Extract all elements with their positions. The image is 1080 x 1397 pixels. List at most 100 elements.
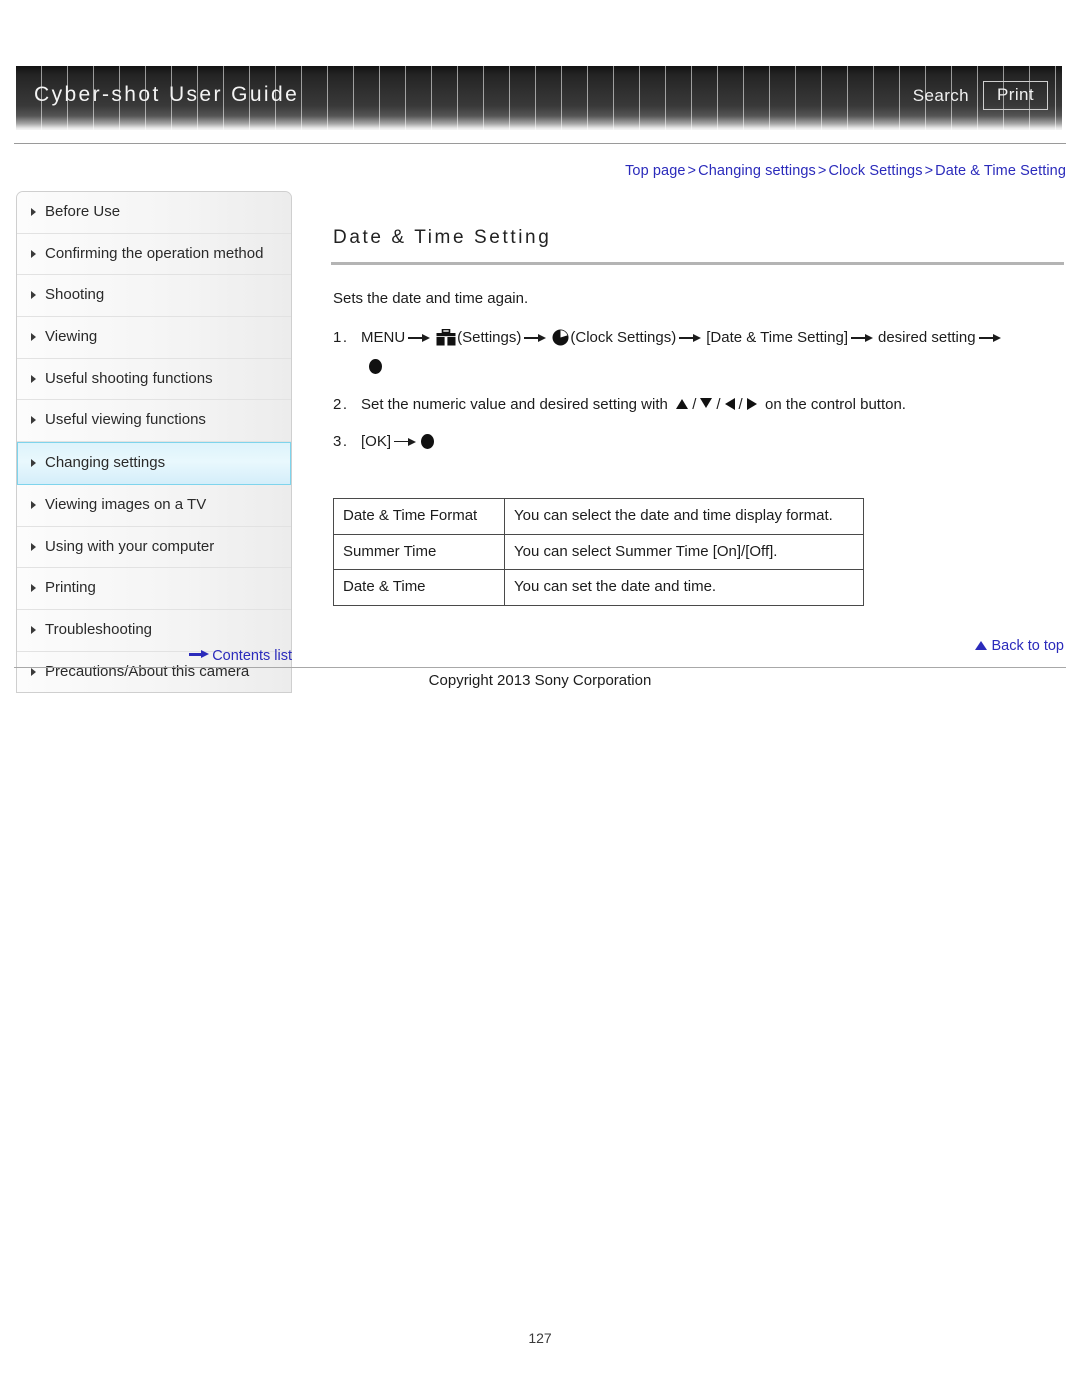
arrow-right-icon <box>679 333 703 343</box>
copyright-text: Copyright 2013 Sony Corporation <box>428 672 652 689</box>
chevron-right-icon <box>31 249 36 258</box>
step-number: 1. <box>333 329 349 346</box>
arrow-right-icon <box>850 333 875 343</box>
arrow-left-icon <box>724 397 735 410</box>
contents-list-label: Contents list <box>212 648 292 664</box>
sidebar-item-viewing[interactable]: Viewing <box>17 317 291 359</box>
sidebar-item-before-use[interactable]: Before Use <box>17 192 291 234</box>
chevron-right-icon <box>31 542 36 551</box>
page-number: 127 <box>528 1330 552 1346</box>
step-3: 3. [OK] <box>333 430 1066 453</box>
sidebar-item-useful-shooting-functions[interactable]: Useful shooting functions <box>17 358 291 401</box>
sidebar-item-label: Useful viewing functions <box>45 411 206 429</box>
step-2-text-before: Set the numeric value and desired settin… <box>361 395 668 413</box>
sidebar-item-label: Troubleshooting <box>45 620 153 638</box>
sidebar-item-label: Viewing <box>45 328 98 346</box>
triangle-up-icon <box>975 640 988 650</box>
separator: / <box>692 395 697 413</box>
sidebar-item-label: Using with your computer <box>45 537 215 555</box>
chevron-right-icon <box>31 500 36 509</box>
main-content: Date & Time Setting Sets the date and ti… <box>331 191 1066 654</box>
site-header: Cyber-shot User Guide Search Print <box>0 0 1080 145</box>
header-actions: Search Print <box>913 81 1048 110</box>
table-cell-value: You can set the date and time. <box>504 569 864 606</box>
chevron-right-icon <box>31 333 36 342</box>
arrow-down-icon <box>700 397 713 408</box>
step-number: 3. <box>333 432 349 450</box>
sidebar-item-shooting[interactable]: Shooting <box>17 275 291 318</box>
step-2-body: Set the numeric value and desired settin… <box>361 393 1066 416</box>
table-cell-value: You can select the date and time display… <box>504 498 864 535</box>
arrow-right-icon <box>524 333 548 343</box>
sidebar-item-label: Shooting <box>45 286 105 304</box>
breadcrumb-item-clock-settings[interactable]: Clock Settings <box>828 163 922 179</box>
sidebar-item-label: Before Use <box>45 203 121 220</box>
breadcrumb-item-changing-settings[interactable]: Changing settings <box>698 163 816 179</box>
sidebar-nav: Before Use Confirming the operation meth… <box>16 191 292 694</box>
page-title: Date & Time Setting <box>333 227 552 248</box>
arrow-right-icon <box>189 650 210 659</box>
settings-label: (Settings) <box>457 329 522 346</box>
arrow-right-icon <box>978 333 1003 343</box>
breadcrumb-item-top-page[interactable]: Top page <box>625 163 685 179</box>
step-number: 2. <box>333 395 349 413</box>
step-3-body: [OK] <box>361 430 1066 453</box>
table-row: Date & Time Format You can select the da… <box>333 498 864 535</box>
sidebar-item-useful-viewing-functions[interactable]: Useful viewing functions <box>17 400 291 443</box>
chevron-right-icon <box>31 459 36 468</box>
sidebar-item-label: Viewing images on a TV <box>45 495 207 513</box>
chevron-right-icon <box>31 584 36 593</box>
separator: / <box>716 395 721 413</box>
breadcrumb-item-date-time-setting[interactable]: Date & Time Setting <box>935 163 1066 179</box>
site-title: Cyber-shot User Guide <box>34 83 300 106</box>
arrow-right-icon <box>408 333 432 343</box>
sidebar-item-label: Confirming the operation method <box>45 244 264 262</box>
separator: / <box>738 395 743 413</box>
sidebar-item-changing-settings[interactable]: Changing settings <box>17 442 291 485</box>
arrow-right-icon <box>746 397 757 410</box>
search-link[interactable]: Search <box>913 86 969 106</box>
step-1-body: MENU (Settings) (Clock Settings) [Date & Ti… <box>361 326 1066 379</box>
clock-settings-label: (Clock Settings) <box>570 329 677 346</box>
title-divider <box>331 262 1064 265</box>
settings-table: Date & Time Format You can select the da… <box>333 498 864 606</box>
intro-text: Sets the date and time again. <box>333 290 529 307</box>
step-1: 1. MENU (Settings) (Clock Settings) [Date &… <box>333 326 1066 379</box>
step-2: 2. Set the numeric value and desired set… <box>333 393 1066 416</box>
sidebar-item-using-with-your-computer[interactable]: Using with your computer <box>17 526 291 569</box>
center-button-icon <box>421 433 435 449</box>
breadcrumb: Top page > Changing settings > Clock Setting… <box>0 163 1066 179</box>
footer-divider <box>14 667 1066 668</box>
print-button[interactable]: Print <box>983 81 1048 110</box>
chevron-right-icon <box>31 416 36 425</box>
sidebar-item-label: Useful shooting functions <box>45 369 213 387</box>
sidebar-item-troubleshooting[interactable]: Troubleshooting <box>17 609 291 652</box>
sidebar-item-viewing-images-on-a-tv[interactable]: Viewing images on a TV <box>17 484 291 527</box>
sidebar-item-confirming-the-operation-method[interactable]: Confirming the operation method <box>17 233 291 276</box>
center-button-icon <box>369 359 382 375</box>
breadcrumb-separator: > <box>817 163 827 179</box>
table-row: Date & Time You can set the date and tim… <box>333 569 864 606</box>
breadcrumb-separator: > <box>924 163 934 179</box>
chevron-right-icon <box>31 208 36 216</box>
table-cell-value: You can select Summer Time [On]/[Off]. <box>504 533 864 570</box>
breadcrumb-separator: > <box>687 163 697 179</box>
arrow-up-icon <box>676 398 689 409</box>
arrow-right-icon <box>394 437 418 447</box>
step-2-text-after: on the control button. <box>765 395 906 413</box>
sidebar-item-label: Changing settings <box>45 454 166 472</box>
sidebar-item-printing[interactable]: Printing <box>17 568 291 610</box>
sidebar-item-label: Printing <box>45 579 96 597</box>
table-row: Summer Time You can select Summer Time [… <box>333 533 864 570</box>
header-divider <box>14 143 1066 144</box>
contents-list-link[interactable]: Contents list <box>16 648 292 664</box>
back-to-top-link[interactable]: Back to top <box>331 638 1064 654</box>
toolbox-icon <box>436 328 456 353</box>
back-to-top-label: Back to top <box>991 637 1064 654</box>
chevron-right-icon <box>31 625 36 634</box>
date-time-setting-label: [Date & Time Setting] <box>706 329 848 346</box>
header-banner: Cyber-shot User Guide Search Print <box>16 66 1062 130</box>
desired-setting-label: desired setting <box>877 329 976 346</box>
table-cell-key: Date & Time <box>333 569 505 606</box>
ok-label: [OK] <box>361 432 392 450</box>
